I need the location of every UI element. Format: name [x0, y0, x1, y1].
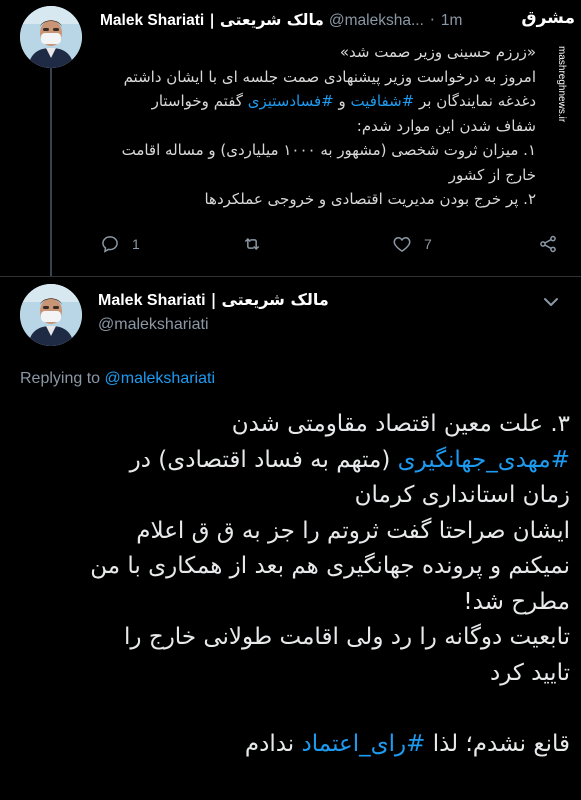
replying-to-label: Replying to [20, 370, 101, 387]
tweet-text-line: مطرح شد! [18, 585, 570, 621]
tweet-text-line: امروز به درخواست وزیر پیشنهادی صمت جلسه … [123, 67, 536, 86]
tweet-text-line: ایشان صراحتا گفت ثروتم را جز به ق ق اعلا… [18, 514, 570, 550]
tweet-text-line: تایید کرد [18, 656, 570, 692]
text-segment: ایشان صراحتا گفت ثروتم را جز به ق ق اعلا… [136, 517, 570, 544]
text-segment: گفتم وخواستار [151, 92, 248, 110]
tweet-text-line: ۲. پر خرج بودن مدیریت اقتصادی و خروجی عم… [204, 190, 536, 208]
tweet-text-line: قانع نشدم؛ لذا #رای_اعتماد ندادم [18, 727, 570, 763]
author-name-fa[interactable]: مالک شریعتی [221, 290, 328, 309]
tweet-text-line: تابعیت دوگانه را رد ولی اقامت طولانی خار… [18, 620, 570, 656]
share-icon [540, 235, 556, 253]
retweet-icon [244, 237, 260, 251]
text-segment: قانع نشدم؛ لذا [425, 730, 570, 757]
tweet-text-line: «زرزم حسینی وزیر صمت شد» [339, 43, 536, 61]
retweet-button[interactable] [242, 230, 274, 258]
hashtag-link[interactable]: #رای_اعتماد [302, 731, 426, 757]
replying-to-mention[interactable]: @malekshariati [105, 370, 216, 387]
like-icon [393, 236, 411, 252]
text-segment: (متهم به فساد اقتصادی) در [129, 446, 398, 473]
avatar[interactable] [20, 284, 82, 346]
tweet-text-line: دغدغه نمایندگان بر #شفافیت و #فسادستیزی … [100, 89, 536, 114]
text-segment: زمان استانداری کرمان [354, 482, 570, 508]
tweet-text: ۳. علت معین اقتصاد مقاومتی شدن #مهدی_جهان… [18, 407, 570, 762]
text-segment: ۳. علت معین اقتصاد مقاومتی شدن [231, 411, 570, 437]
text-segment: تایید کرد [489, 659, 570, 686]
reply-count: 1 [132, 236, 140, 252]
avatar[interactable] [20, 6, 82, 68]
like-count: 7 [424, 236, 432, 252]
tweet-text-line: خارج از کشور [448, 165, 536, 184]
author-name-separator: | [210, 290, 217, 309]
hashtag-link[interactable]: #مهدی_جهانگیری [398, 447, 570, 473]
news-watermark: مشرق mashreghnews.ir [521, 4, 579, 123]
text-segment: مطرح شد! [463, 588, 570, 615]
text-segment: دغدغه نمایندگان بر [414, 92, 536, 110]
tweet-text-line: زمان استانداری کرمان [18, 478, 570, 514]
tweet-header: Malek Shariati | مالک شریعتی @maleksha... · 1… [100, 11, 520, 35]
avatar-photo [20, 284, 82, 346]
hashtag-link[interactable]: #شفافیت [351, 92, 415, 110]
text-segment: و [333, 92, 351, 110]
tweet-text-line: نمیکنم و پرونده جهانگیری هم بعد از همکار… [18, 549, 570, 585]
tweet-timestamp[interactable]: 1m [441, 12, 463, 29]
avatar-photo [20, 6, 82, 68]
text-segment: تابعیت دوگانه را رد ولی اقامت طولانی خار… [124, 624, 570, 650]
tweet-text-line: ۳. علت معین اقتصاد مقاومتی شدن [18, 407, 570, 443]
author-handle[interactable]: @malekshariati [98, 316, 209, 334]
watermark-logo: مشرق [521, 8, 575, 28]
reply-icon [102, 236, 118, 253]
time-separator: · [429, 11, 435, 29]
text-segment: نمیکنم و پرونده جهانگیری هم بعد از همکار… [90, 553, 570, 579]
tweet-text: «زرزم حسینی وزیر صمت شد» امروز به درخواست… [100, 40, 536, 212]
author-name-en[interactable]: Malek Shariati [100, 12, 204, 29]
like-button[interactable]: 7 [392, 230, 432, 258]
tweet-author-name[interactable]: Malek Shariati | مالک شریعتی [98, 290, 329, 312]
tweet-actions: 1 7 [100, 230, 570, 258]
tweet-text-line [18, 691, 570, 727]
hashtag-link[interactable]: #فسادستیزی [248, 92, 334, 110]
tweet-divider [0, 276, 581, 277]
tweet-text-line: ۱. میزان ثروت شخصی (مشهور به ۱۰۰۰ میلیار… [121, 141, 536, 159]
tweet-text-line: #مهدی_جهانگیری (متهم به فساد اقتصادی) در [18, 443, 570, 479]
author-handle[interactable]: @maleksha... [329, 12, 424, 29]
text-segment: ندادم [244, 730, 302, 757]
share-button[interactable] [538, 230, 558, 258]
chevron-down-icon [544, 298, 558, 306]
author-name-en[interactable]: Malek Shariati [98, 292, 206, 309]
author-name-fa[interactable]: مالک شریعتی [220, 11, 324, 29]
parent-tweet[interactable]: Malek Shariati | مالک شریعتی @maleksha... · 1… [0, 0, 581, 276]
replying-to-line: Replying to @malekshariati [20, 370, 215, 388]
author-name-separator: | [209, 11, 215, 29]
watermark-url: mashreghnews.ir [556, 46, 567, 123]
tweet-text-line: شفاف شدن این موارد شدم: [356, 116, 536, 135]
reply-button[interactable]: 1 [100, 230, 140, 258]
more-options-button[interactable] [538, 294, 564, 308]
thread-connector-line [50, 68, 52, 276]
